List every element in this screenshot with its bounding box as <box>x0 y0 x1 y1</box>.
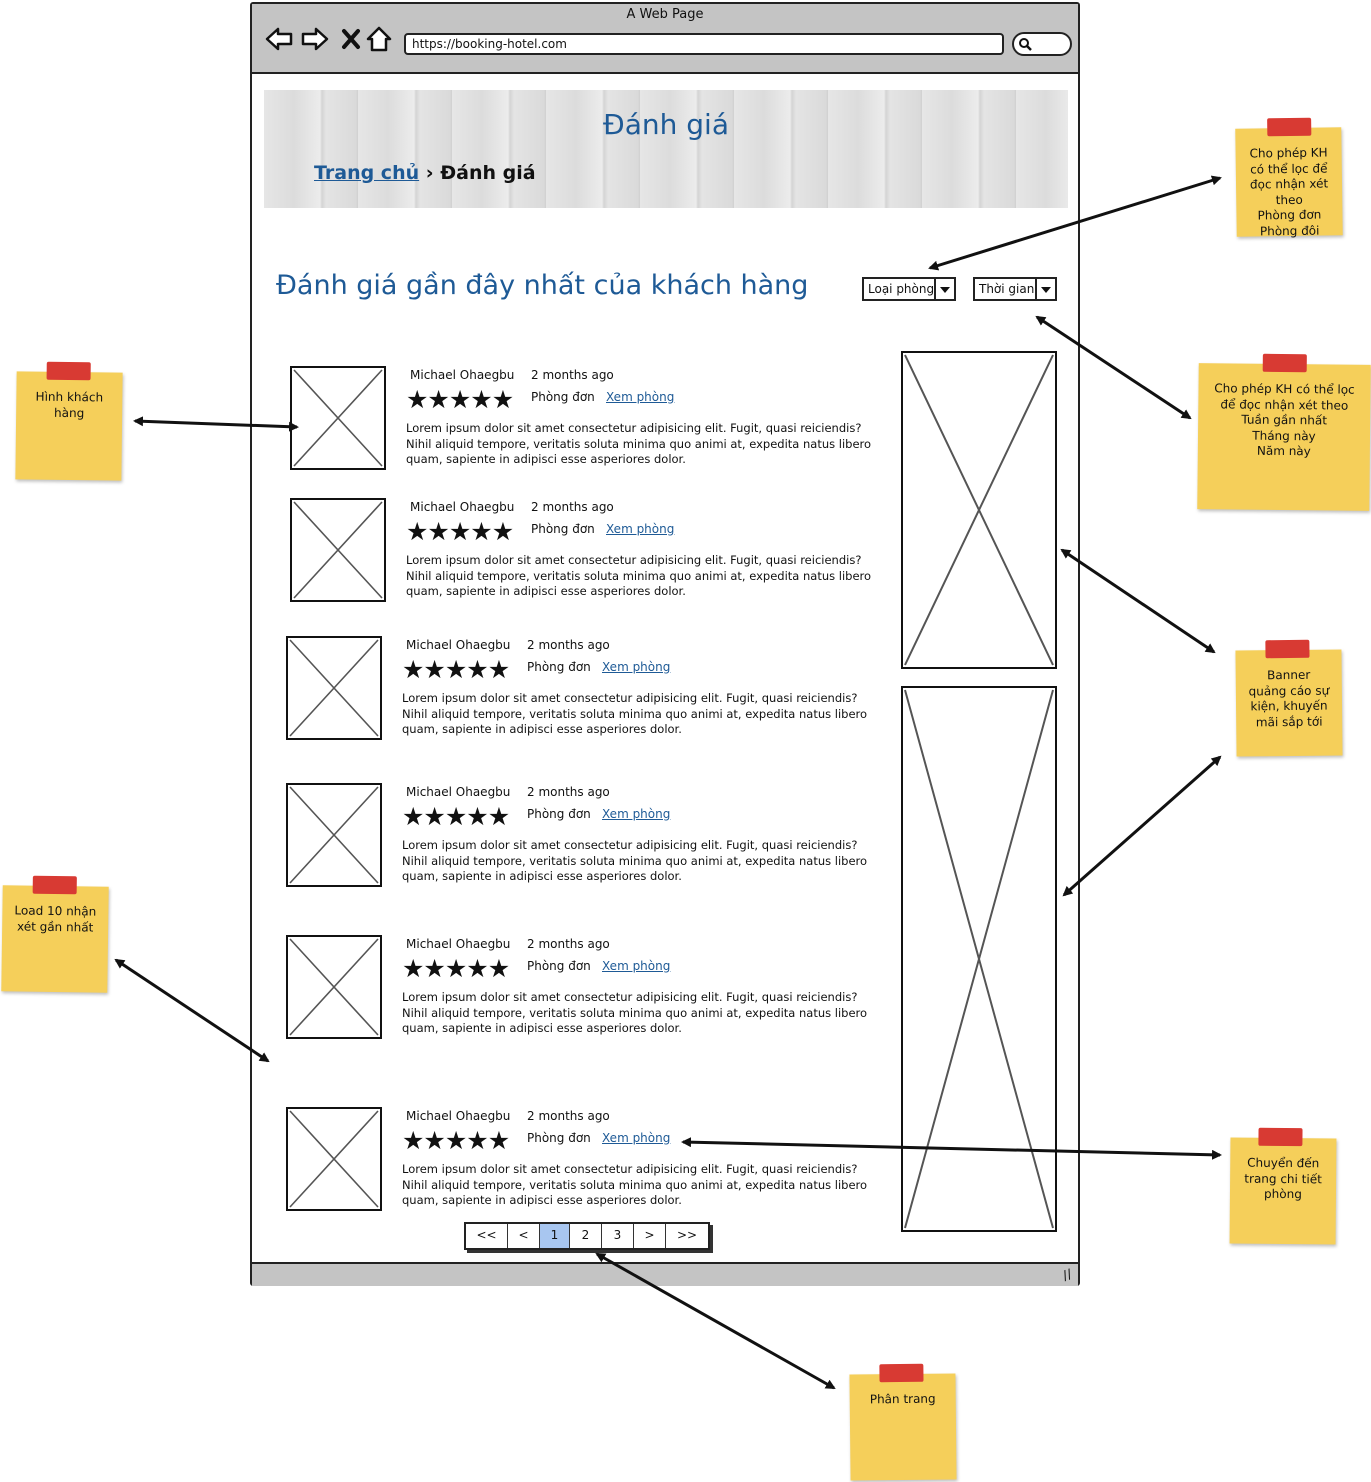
tape <box>32 875 77 895</box>
tape <box>1258 1127 1303 1147</box>
note-banner: Banner quảng cáo sự kiện, khuyến mãi sắp… <box>1235 639 1343 757</box>
note-room-detail-text: Chuyển đến trang chi tiết phòng <box>1244 1155 1322 1202</box>
tape <box>1262 353 1307 373</box>
tape <box>1265 639 1310 659</box>
note-banner-text: Banner quảng cáo sự kiện, khuyến mãi sắp… <box>1248 667 1330 729</box>
note-pagination-text: Phân trang <box>869 1391 936 1407</box>
note-pagination: Phân trang <box>849 1363 957 1481</box>
note-room-filter: Cho phép KH có thể lọc để đọc nhận xét t… <box>1235 117 1343 238</box>
tape <box>1267 117 1312 137</box>
note-avatar: Hình khách hàng <box>15 361 123 481</box>
note-load10: Load 10 nhận xét gần nhất <box>1 875 109 993</box>
note-load10-text: Load 10 nhận xét gần nhất <box>14 903 97 935</box>
note-time-filter-text: Cho phép KH có thể lọc để đọc nhận xét t… <box>1214 381 1355 459</box>
note-avatar-text: Hình khách hàng <box>35 389 104 420</box>
note-room-filter-text: Cho phép KH có thể lọc để đọc nhận xét t… <box>1249 145 1329 238</box>
annotation-arrows <box>114 175 1222 1390</box>
tape <box>879 1363 924 1383</box>
tape <box>46 361 91 381</box>
note-time-filter: Cho phép KH có thể lọc để đọc nhận xét t… <box>1197 353 1371 511</box>
note-room-detail: Chuyển đến trang chi tiết phòng <box>1229 1127 1337 1245</box>
